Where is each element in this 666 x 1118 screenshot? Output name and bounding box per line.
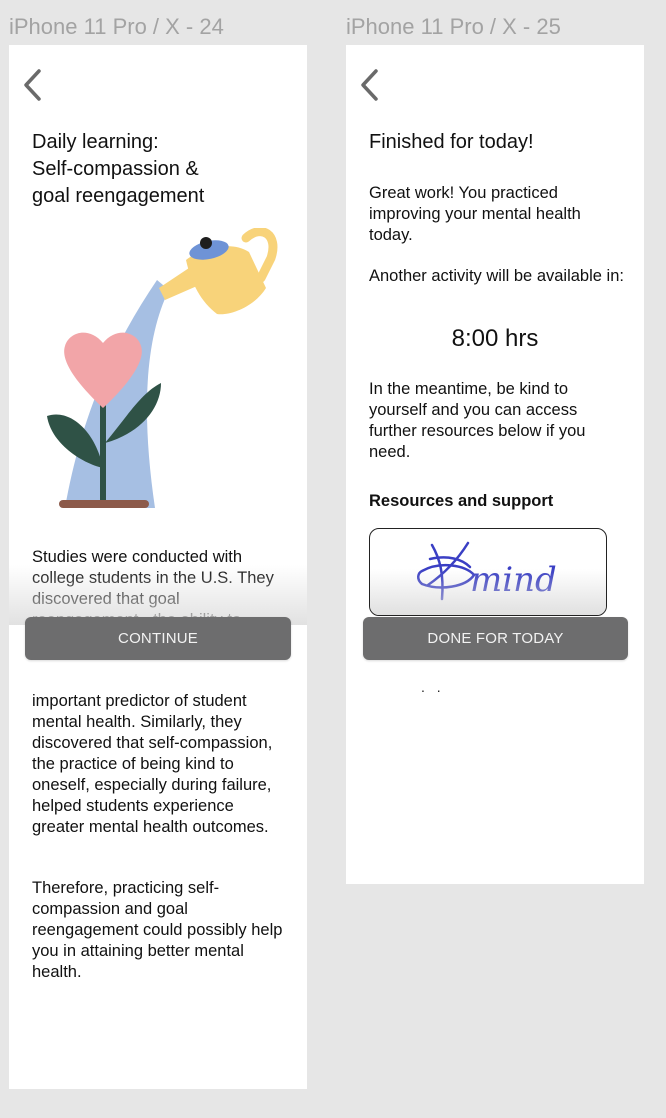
title-line-1: Daily learning: [32, 131, 159, 153]
countdown-timer: 8:00 hrs [451, 325, 539, 352]
body-paragraph-1: important predictor of student mental he… [32, 692, 273, 836]
title-line-3: goal reengagement [32, 185, 205, 207]
chevron-left-icon [361, 69, 378, 101]
page-title: Daily learning: Self-compassion & goal r… [32, 129, 204, 210]
title-line-2: Self-compassion & [32, 158, 199, 180]
phone-frame-finished: Finished for today! Great work! You prac… [346, 45, 644, 884]
continue-button[interactable]: CONTINUE [25, 617, 291, 660]
done-for-today-button[interactable]: DONE FOR TODAY [363, 617, 628, 660]
scroll-fade-overlay [370, 569, 606, 615]
mind-resource-card[interactable]: mind [369, 528, 607, 616]
resources-heading: Resources and support [369, 492, 554, 510]
praise-text: Great work! You practiced improving your… [369, 184, 581, 244]
next-activity-text: Another activity will be available in: [369, 267, 624, 285]
scroll-fade-overlay [9, 565, 307, 625]
frame-label-24: iPhone 11 Pro / X - 24 [9, 14, 224, 39]
back-button[interactable] [356, 67, 384, 103]
chevron-left-icon [24, 69, 41, 101]
watering-can-heart-plant-illustration [47, 228, 278, 508]
back-button[interactable] [19, 67, 47, 103]
frame-label-25: iPhone 11 Pro / X - 25 [346, 14, 561, 39]
body-paragraph-2: Therefore, practicing self-compassion an… [32, 879, 283, 981]
phone-frame-daily-learning: Daily learning: Self-compassion & goal r… [9, 45, 307, 1089]
page-title: Finished for today! [369, 131, 534, 153]
meantime-text: In the meantime, be kind to yourself and… [369, 380, 586, 461]
loading-dots: . . [421, 679, 445, 695]
